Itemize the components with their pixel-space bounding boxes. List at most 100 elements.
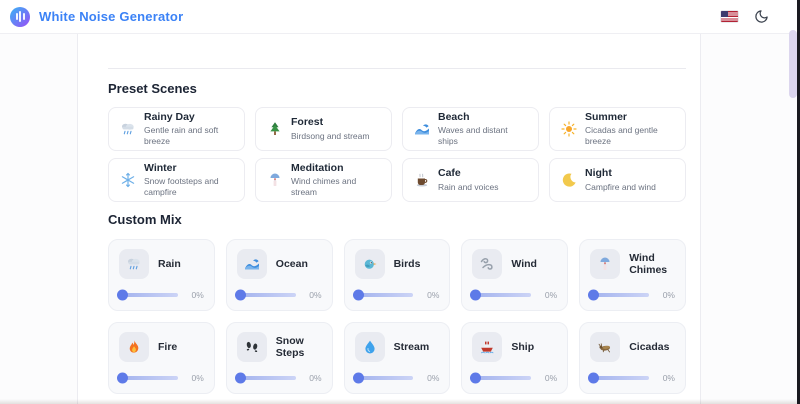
volume-slider[interactable]: 0% (119, 373, 204, 383)
rain-cloud-icon (119, 121, 136, 138)
preset-card[interactable]: Cafe Rain and voices (402, 158, 539, 202)
section-divider (108, 68, 686, 69)
snowflake-icon (119, 172, 136, 189)
volume-slider[interactable]: 0% (472, 373, 557, 383)
sound-label: Wind (511, 258, 537, 270)
sound-card: Fire 0% (108, 322, 215, 394)
preset-card[interactable]: Forest Birdsong and stream (255, 107, 392, 151)
rain-cloud-icon (119, 249, 149, 279)
preset-card[interactable]: Meditation Wind chimes and stream (255, 158, 392, 202)
volume-value: 0% (655, 290, 675, 300)
bird-icon (355, 249, 385, 279)
preset-name: Night (585, 167, 656, 180)
volume-value: 0% (302, 373, 322, 383)
volume-slider[interactable]: 0% (237, 290, 322, 300)
sound-label: Cicadas (629, 341, 669, 353)
preset-description: Campfire and wind (585, 182, 656, 193)
volume-value: 0% (537, 290, 557, 300)
ship-icon (472, 332, 502, 362)
volume-value: 0% (419, 373, 439, 383)
slider-thumb[interactable] (588, 373, 599, 384)
slider-thumb[interactable] (470, 373, 481, 384)
sound-label: Rain (158, 258, 181, 270)
content-container: Preset Scenes Rainy Day Gentle rain and … (77, 34, 701, 404)
slider-track[interactable] (237, 376, 296, 380)
sound-label: Stream (394, 341, 430, 353)
presets-section-title: Preset Scenes (108, 81, 686, 96)
slider-thumb[interactable] (353, 373, 364, 384)
preset-description: Cicadas and gentle breeze (585, 125, 675, 147)
app-title: White Noise Generator (39, 9, 183, 24)
wind-gust-icon (472, 249, 502, 279)
sound-label: Birds (394, 258, 421, 270)
preset-name: Summer (585, 111, 675, 124)
slider-track[interactable] (119, 376, 178, 380)
volume-value: 0% (302, 290, 322, 300)
slider-thumb[interactable] (588, 290, 599, 301)
sound-card: Rain 0% (108, 239, 215, 311)
slider-thumb[interactable] (117, 373, 128, 384)
wave-icon (413, 121, 430, 138)
volume-slider[interactable]: 0% (355, 373, 440, 383)
header-actions (721, 8, 770, 26)
wave-icon (237, 249, 267, 279)
sound-label: Snow Steps (276, 335, 322, 359)
main-area: Preset Scenes Rainy Day Gentle rain and … (0, 34, 800, 404)
preset-name: Meditation (291, 162, 381, 175)
wind-chime-icon (266, 172, 283, 189)
preset-description: Rain and voices (438, 182, 498, 193)
preset-card[interactable]: Winter Snow footsteps and campfire (108, 158, 245, 202)
slider-track[interactable] (590, 293, 649, 297)
sound-card: Cicadas 0% (579, 322, 686, 394)
slider-track[interactable] (119, 293, 178, 297)
slider-thumb[interactable] (235, 373, 246, 384)
preset-card[interactable]: Summer Cicadas and gentle breeze (549, 107, 686, 151)
droplet-icon (355, 332, 385, 362)
moon-icon (754, 9, 769, 24)
slider-thumb[interactable] (353, 290, 364, 301)
sound-card: Stream 0% (344, 322, 451, 394)
preset-description: Snow footsteps and campfire (144, 176, 234, 198)
us-flag-icon[interactable] (721, 11, 738, 22)
volume-value: 0% (184, 290, 204, 300)
volume-value: 0% (419, 290, 439, 300)
evergreen-tree-icon (266, 121, 283, 138)
slider-thumb[interactable] (235, 290, 246, 301)
preset-card[interactable]: Rainy Day Gentle rain and soft breeze (108, 107, 245, 151)
sound-card: Ship 0% (461, 322, 568, 394)
sound-label: Ship (511, 341, 534, 353)
theme-toggle-button[interactable] (752, 8, 770, 26)
preset-name: Beach (438, 111, 528, 124)
preset-card[interactable]: Beach Waves and distant ships (402, 107, 539, 151)
slider-track[interactable] (237, 293, 296, 297)
preset-description: Waves and distant ships (438, 125, 528, 147)
volume-slider[interactable]: 0% (119, 290, 204, 300)
slider-track[interactable] (590, 376, 649, 380)
volume-slider[interactable]: 0% (590, 290, 675, 300)
volume-slider[interactable]: 0% (590, 373, 675, 383)
slider-track[interactable] (355, 376, 414, 380)
cricket-icon (590, 332, 620, 362)
equalizer-logo-icon (10, 7, 30, 27)
volume-value: 0% (537, 373, 557, 383)
presets-grid: Rainy Day Gentle rain and soft breeze Fo… (108, 107, 686, 202)
page-scrollbar-thumb[interactable] (789, 30, 797, 98)
app-header: White Noise Generator (0, 0, 800, 34)
footprints-icon (237, 332, 267, 362)
volume-slider[interactable]: 0% (355, 290, 440, 300)
slider-track[interactable] (472, 293, 531, 297)
slider-track[interactable] (472, 376, 531, 380)
slider-thumb[interactable] (470, 290, 481, 301)
crescent-moon-icon (560, 172, 577, 189)
slider-track[interactable] (355, 293, 414, 297)
slider-thumb[interactable] (117, 290, 128, 301)
volume-slider[interactable]: 0% (472, 290, 557, 300)
volume-slider[interactable]: 0% (237, 373, 322, 383)
custom-mix-grid: Rain 0% Ocean 0% Birds (108, 239, 686, 394)
sound-card: Birds 0% (344, 239, 451, 311)
sound-label: Fire (158, 341, 177, 353)
preset-description: Gentle rain and soft breeze (144, 125, 234, 147)
preset-name: Winter (144, 162, 234, 175)
preset-card[interactable]: Night Campfire and wind (549, 158, 686, 202)
sound-card: Wind Chimes 0% (579, 239, 686, 311)
